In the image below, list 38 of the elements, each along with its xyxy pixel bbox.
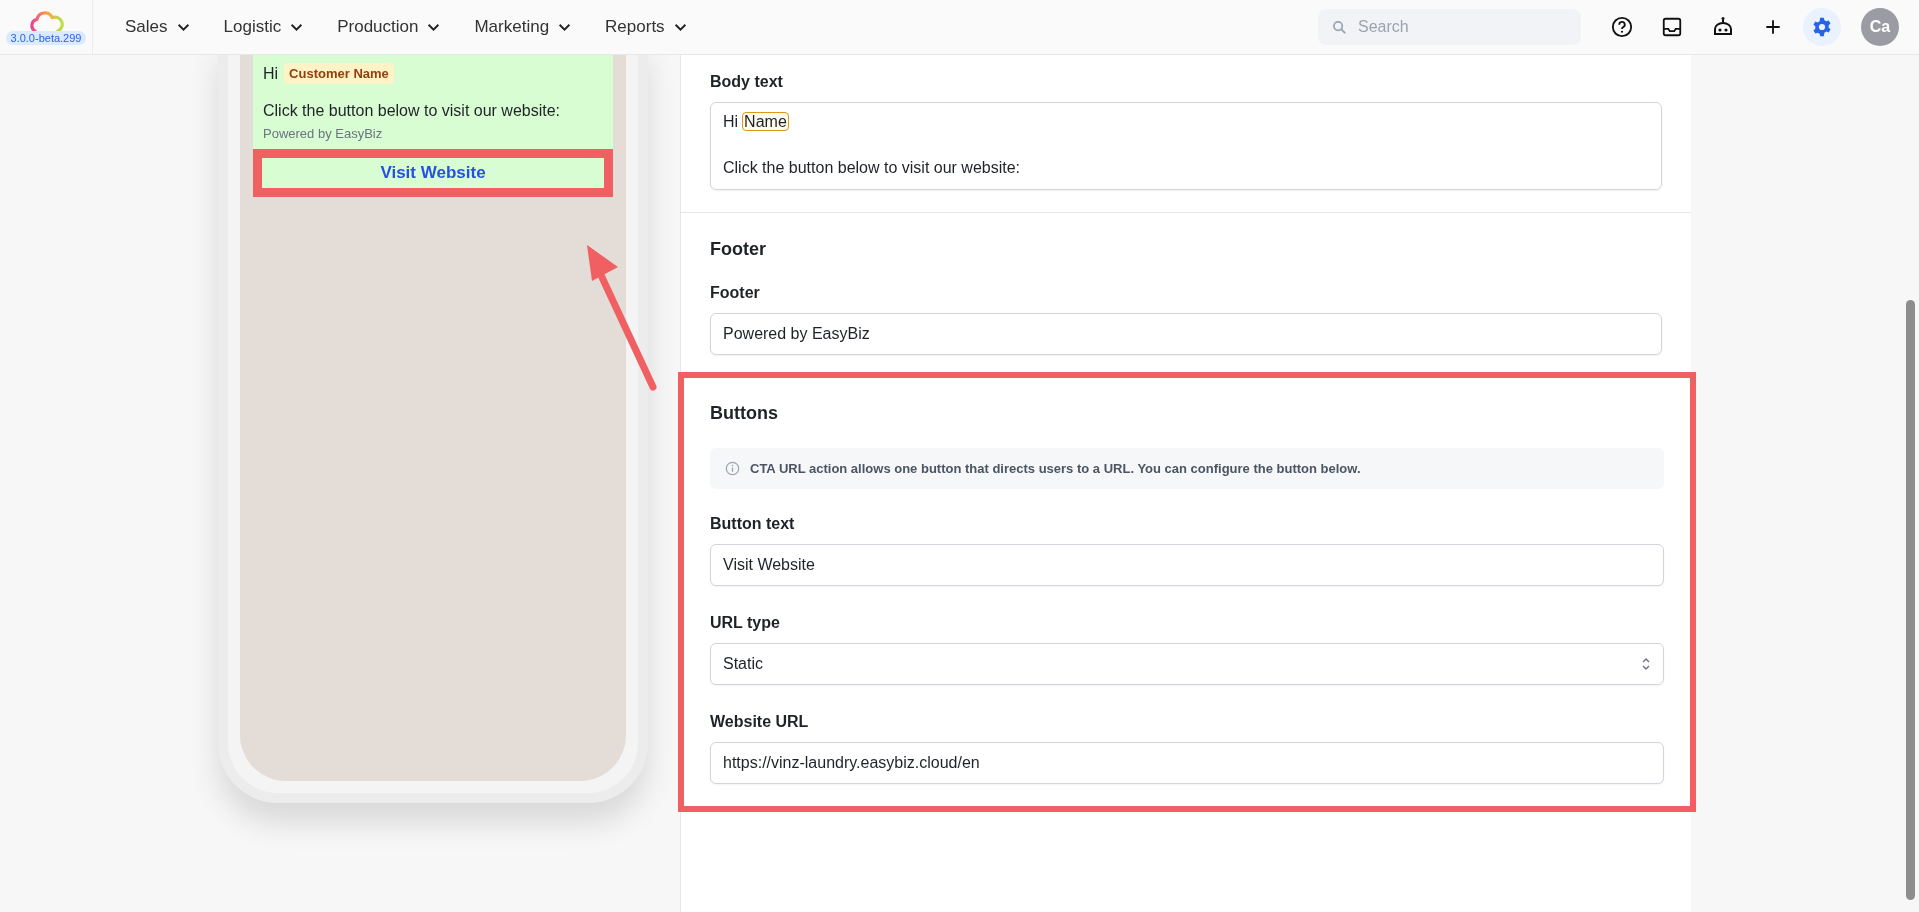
cta-button[interactable]: Visit Website	[262, 158, 604, 188]
chevron-down-icon	[427, 22, 441, 32]
input-field[interactable]: Visit Website	[710, 544, 1664, 586]
footer-field[interactable]: Powered by EasyBiz	[710, 313, 1662, 355]
chevron-down-icon	[176, 22, 190, 32]
select-field[interactable]: Static	[710, 643, 1664, 685]
chevron-down-icon	[290, 22, 304, 32]
section-heading: Buttons	[710, 403, 779, 424]
chevron-down-icon	[558, 22, 572, 32]
input-field[interactable]: https://vinz-laundry.easybiz.cloud/en	[710, 742, 1664, 784]
settings-button[interactable]	[1803, 8, 1841, 46]
nav-menu[interactable]: Production	[325, 11, 453, 43]
search-field[interactable]: Search	[1318, 9, 1581, 45]
section-heading: Footer	[710, 239, 767, 260]
scrollbar[interactable]	[1906, 300, 1915, 900]
field-label: Body text	[710, 73, 784, 91]
nav-menu[interactable]: Sales	[113, 11, 202, 43]
chevron-up-down-icon	[1641, 656, 1651, 672]
field-label: Website URL	[710, 713, 810, 731]
field-label: URL type	[710, 614, 781, 632]
chevron-down-icon	[673, 22, 687, 32]
nav-menu[interactable]: Reports	[593, 11, 699, 43]
message-footer: Powered by EasyBiz	[263, 126, 603, 141]
body-text-field[interactable]: Hi Name Click the button below to visit our website:	[710, 102, 1662, 190]
plus-icon[interactable]	[1763, 17, 1783, 37]
nav-menu[interactable]: Marketing	[462, 11, 584, 43]
nav-menu[interactable]: Logistic	[211, 11, 316, 43]
variable-tag: Customer Name	[284, 63, 394, 84]
version-badge: 3.0.0-beta.299	[5, 31, 87, 45]
field-label: Footer	[710, 284, 761, 302]
help-icon[interactable]	[1611, 16, 1633, 38]
settings-icon	[1811, 16, 1833, 38]
greeting-text: Hi	[263, 64, 279, 83]
message-text: Click the button below to visit our website:	[263, 102, 562, 120]
info-text: CTA URL action allows one button that directs users to a URL. You can configure the button below.	[750, 461, 1361, 476]
info-icon	[725, 461, 740, 476]
field-label: Button text	[710, 515, 796, 533]
inbox-icon[interactable]	[1661, 16, 1683, 38]
